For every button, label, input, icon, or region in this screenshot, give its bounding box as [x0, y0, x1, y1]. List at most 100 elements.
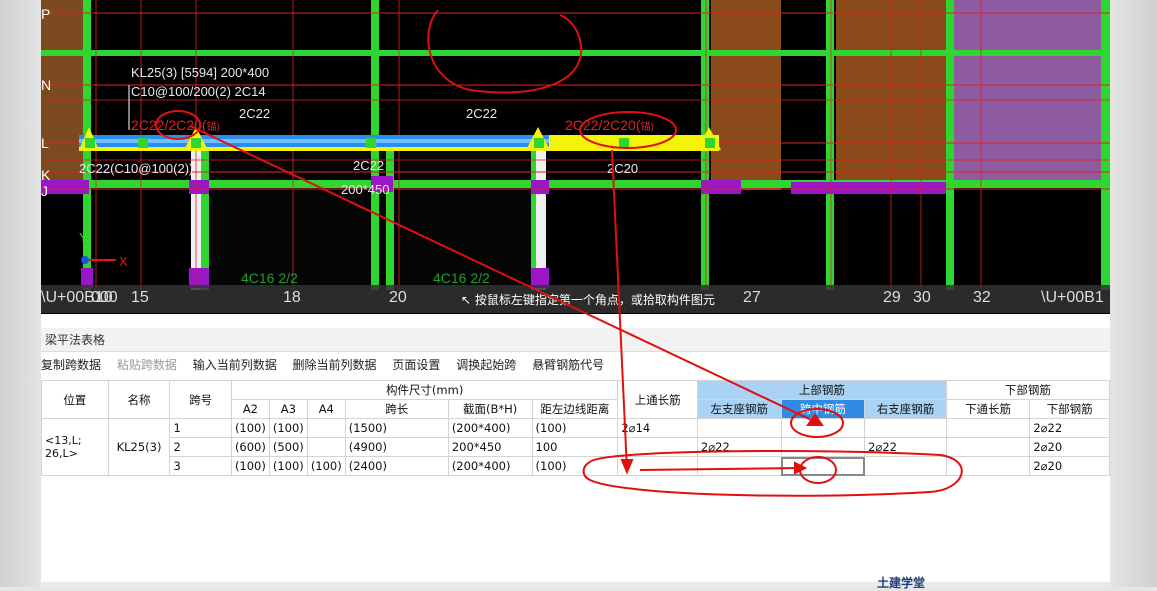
- axis-number: 18: [283, 289, 301, 306]
- brand-watermark: 土建学堂: [877, 576, 926, 590]
- cell-right-support[interactable]: 2⌀22: [864, 437, 947, 457]
- table-row: 3 (100) (100) (100) (2400) (200*400) (10…: [42, 456, 1110, 476]
- axis-number: \U+00B1: [1041, 289, 1104, 306]
- cell-a3[interactable]: (100): [268, 418, 308, 438]
- grid-row-label: N: [41, 77, 51, 93]
- delete-column-button[interactable]: 删除当前列数据: [293, 358, 377, 372]
- cell-mid-span-active[interactable]: [780, 456, 866, 476]
- cell-span-length[interactable]: (1500): [344, 418, 449, 438]
- red-note-2: 2C22/2C20(锚): [565, 117, 654, 133]
- cell-span-length[interactable]: (4900): [344, 437, 449, 457]
- axis-x-label: X: [119, 254, 128, 269]
- cell-offset[interactable]: 100: [531, 437, 619, 457]
- cell-a2[interactable]: (600): [230, 437, 270, 457]
- page-setup-button[interactable]: 页面设置: [392, 358, 440, 372]
- axis-number: 29: [883, 289, 901, 306]
- cell-mid-span[interactable]: [780, 437, 866, 457]
- header-mid-span[interactable]: 跨中钢筋: [780, 399, 866, 419]
- span-mid-size: 200*450: [341, 182, 389, 197]
- axis-number: 20: [389, 289, 407, 306]
- left-rebar-label: 4C16 2/2: [241, 270, 298, 286]
- cantilever-code-button[interactable]: 悬臂钢筋代号: [532, 358, 604, 372]
- header-name[interactable]: 名称: [107, 380, 171, 419]
- beam-table: 位置 名称 跨号 构件尺寸(mm) 上通长筋 上部钢筋 下部钢筋 A2 A3 A…: [41, 380, 1111, 476]
- beam-name-label: KL25(3) [5594] 200*400: [131, 65, 269, 80]
- cell-offset[interactable]: (100): [531, 456, 619, 476]
- cell-right-support[interactable]: [864, 418, 947, 438]
- cell-left-support[interactable]: 2⌀22: [696, 437, 782, 457]
- header-right-support[interactable]: 右支座钢筋: [864, 399, 947, 419]
- cell-span-length[interactable]: (2400): [344, 456, 449, 476]
- paste-span-button[interactable]: 粘贴跨数据: [117, 358, 177, 372]
- grid-row-label: K: [41, 167, 51, 183]
- cell-a4[interactable]: [306, 418, 346, 438]
- swap-start-span-button[interactable]: 调换起始跨: [456, 358, 516, 372]
- header-span-no[interactable]: 跨号: [169, 380, 232, 419]
- cell-offset[interactable]: (100): [531, 418, 619, 438]
- header-dims-group: 构件尺寸(mm): [230, 380, 619, 400]
- header-span-length[interactable]: 跨长: [344, 399, 449, 419]
- header-a3[interactable]: A3: [268, 399, 308, 419]
- cell-name[interactable]: KL25(3): [107, 418, 171, 476]
- axis-number: 000: [91, 289, 118, 306]
- cell-span[interactable]: 3: [169, 456, 232, 476]
- cell-a4[interactable]: (100): [306, 456, 346, 476]
- cad-canvas[interactable]: P N L K J KL25(3) [5594] 200*400 C10@100…: [41, 0, 1110, 314]
- table-row: 2 (600) (500) (4900) 200*450 100 2⌀22 2⌀…: [42, 437, 1110, 457]
- cell-mid-span[interactable]: [780, 418, 866, 438]
- header-top-through[interactable]: 上通长筋: [617, 380, 698, 419]
- cell-a2[interactable]: (100): [230, 456, 270, 476]
- cell-section[interactable]: (200*400): [447, 418, 533, 438]
- beam-stirrup-label: C10@100/200(2) 2C14: [131, 84, 266, 99]
- cell-position[interactable]: <13,L; 26,L>: [41, 418, 109, 476]
- cell-a2[interactable]: (100): [230, 418, 270, 438]
- cell-left-support[interactable]: [696, 456, 782, 476]
- left-gutter: [0, 0, 41, 587]
- cell-bottom-through[interactable]: [945, 456, 1031, 476]
- input-column-button[interactable]: 输入当前列数据: [193, 358, 277, 372]
- header-left-support[interactable]: 左支座钢筋: [696, 399, 782, 419]
- cell-left-support[interactable]: [696, 418, 782, 438]
- table-row: <13,L; 26,L> KL25(3) 1 (100) (100) (1500…: [41, 418, 1110, 476]
- header-section[interactable]: 截面(B*H): [447, 399, 533, 419]
- cell-section[interactable]: (200*400): [447, 456, 533, 476]
- cell-a4[interactable]: [306, 437, 346, 457]
- right-bar-label: 2C20: [607, 161, 638, 176]
- red-note-1: 2C22/2C20(锚): [131, 117, 220, 133]
- table-toolbar: 复制跨数据 粘贴跨数据 输入当前列数据 删除当前列数据 页面设置 调换起始跨 悬…: [41, 356, 1110, 376]
- cell-span[interactable]: 2: [169, 437, 232, 457]
- grid-row-label: L: [41, 135, 49, 151]
- status-hint: ↖ 按鼠标左键指定第一个角点，或拾取构件图元: [461, 291, 715, 308]
- cell-top-through[interactable]: [617, 437, 698, 457]
- cell-bottom-rebar[interactable]: 2⌀22: [1029, 418, 1110, 438]
- axis-number: 27: [743, 289, 761, 306]
- mid-rebar-label: 4C16 2/2: [433, 270, 490, 286]
- cell-right-support[interactable]: [864, 456, 947, 476]
- cell-a3[interactable]: (500): [268, 437, 308, 457]
- copy-span-button[interactable]: 复制跨数据: [41, 358, 101, 372]
- cell-top-through[interactable]: [617, 456, 698, 476]
- cell-bottom-rebar[interactable]: 2⌀20: [1029, 437, 1110, 457]
- cad-drawing[interactable]: P N L K J KL25(3) [5594] 200*400 C10@100…: [41, 0, 1110, 314]
- header-a4[interactable]: A4: [306, 399, 346, 419]
- header-offset[interactable]: 距左边线距离: [531, 399, 619, 419]
- header-bottom-group: 下部钢筋: [945, 380, 1111, 400]
- header-position[interactable]: 位置: [41, 380, 109, 419]
- header-bottom-through[interactable]: 下通长筋: [945, 399, 1031, 419]
- span-mid-label: 2C22: [353, 158, 384, 173]
- header-a2[interactable]: A2: [230, 399, 270, 419]
- grid-row-label: J: [41, 183, 48, 199]
- header-bottom-rebar[interactable]: 下部钢筋: [1029, 399, 1110, 419]
- cell-bottom-through[interactable]: [945, 418, 1031, 438]
- cell-span[interactable]: 1: [169, 418, 232, 438]
- axis-number: 32: [973, 289, 991, 306]
- top-bar-left-label: 2C22: [239, 106, 270, 121]
- cell-section[interactable]: 200*450: [447, 437, 533, 457]
- cell-bottom-through[interactable]: [945, 437, 1031, 457]
- cell-a3[interactable]: (100): [268, 456, 308, 476]
- cell-top-through[interactable]: 2⌀14: [617, 418, 698, 438]
- header-top-group: 上部钢筋: [696, 380, 947, 400]
- panel-title: 梁平法表格: [41, 328, 1110, 352]
- status-hint-text: 按鼠标左键指定第一个角点，或拾取构件图元: [474, 293, 715, 307]
- cell-bottom-rebar[interactable]: 2⌀20: [1029, 456, 1110, 476]
